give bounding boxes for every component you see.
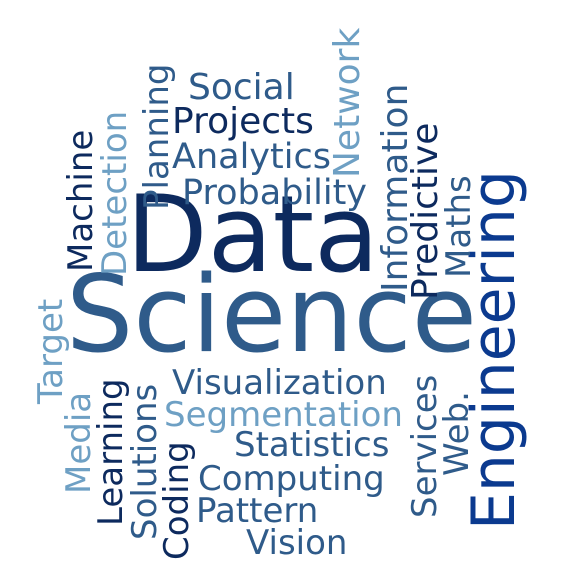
word-cloud: Data Science Engineering Social Projects… — [0, 0, 586, 586]
word-maths: Maths — [439, 175, 479, 278]
word-network: Network — [327, 27, 368, 178]
word-detection: Detection — [95, 110, 135, 276]
word-target: Target — [31, 298, 71, 404]
word-projects: Projects — [172, 101, 314, 142]
word-statistics: Statistics — [234, 425, 390, 465]
word-probability: Probability — [182, 173, 368, 213]
word-web: Web. — [437, 391, 477, 476]
word-planning: Planning — [137, 63, 177, 210]
word-machine: Machine — [61, 129, 101, 272]
word-analytics: Analytics — [172, 137, 331, 177]
word-vision: Vision — [246, 523, 348, 563]
word-learning: Learning — [91, 378, 131, 526]
word-coding: Coding — [157, 441, 197, 560]
